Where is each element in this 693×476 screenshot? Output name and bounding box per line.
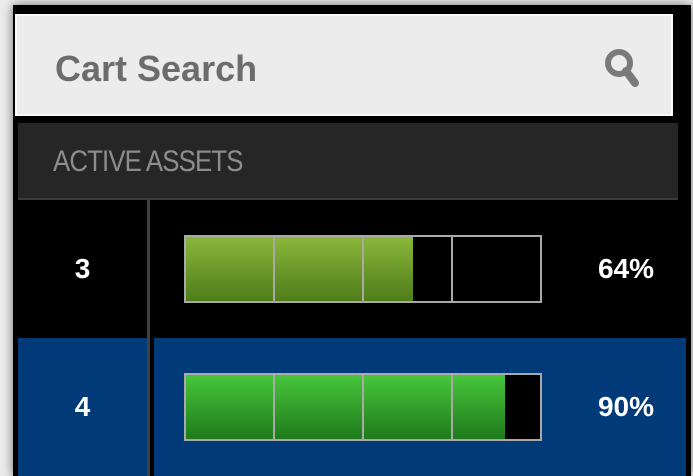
bar-segment-divider [273, 237, 275, 301]
progress-fill [186, 237, 413, 301]
search-icon[interactable] [602, 46, 642, 90]
bar-segment-divider [362, 237, 364, 301]
progress-bar [184, 373, 542, 441]
bar-segment-divider [273, 375, 275, 439]
progress-bar [184, 235, 542, 303]
row-id: 4 [74, 391, 91, 422]
column-divider [147, 200, 150, 476]
search-placeholder: Cart Search [55, 48, 258, 89]
bar-segment-divider [451, 237, 453, 301]
row-percent: 90% [597, 391, 654, 422]
row-id: 3 [74, 253, 91, 284]
bar-segment-divider [451, 375, 453, 439]
progress-fill [186, 375, 505, 439]
bar-segment-divider [362, 375, 364, 439]
table-row[interactable]: 3 64% [18, 200, 686, 338]
table-row[interactable]: 4 90% [18, 338, 686, 476]
row-percent: 64% [597, 253, 654, 284]
section-title: ACTIVE ASSETS [53, 145, 243, 178]
search-input[interactable]: Cart Search [15, 14, 673, 116]
